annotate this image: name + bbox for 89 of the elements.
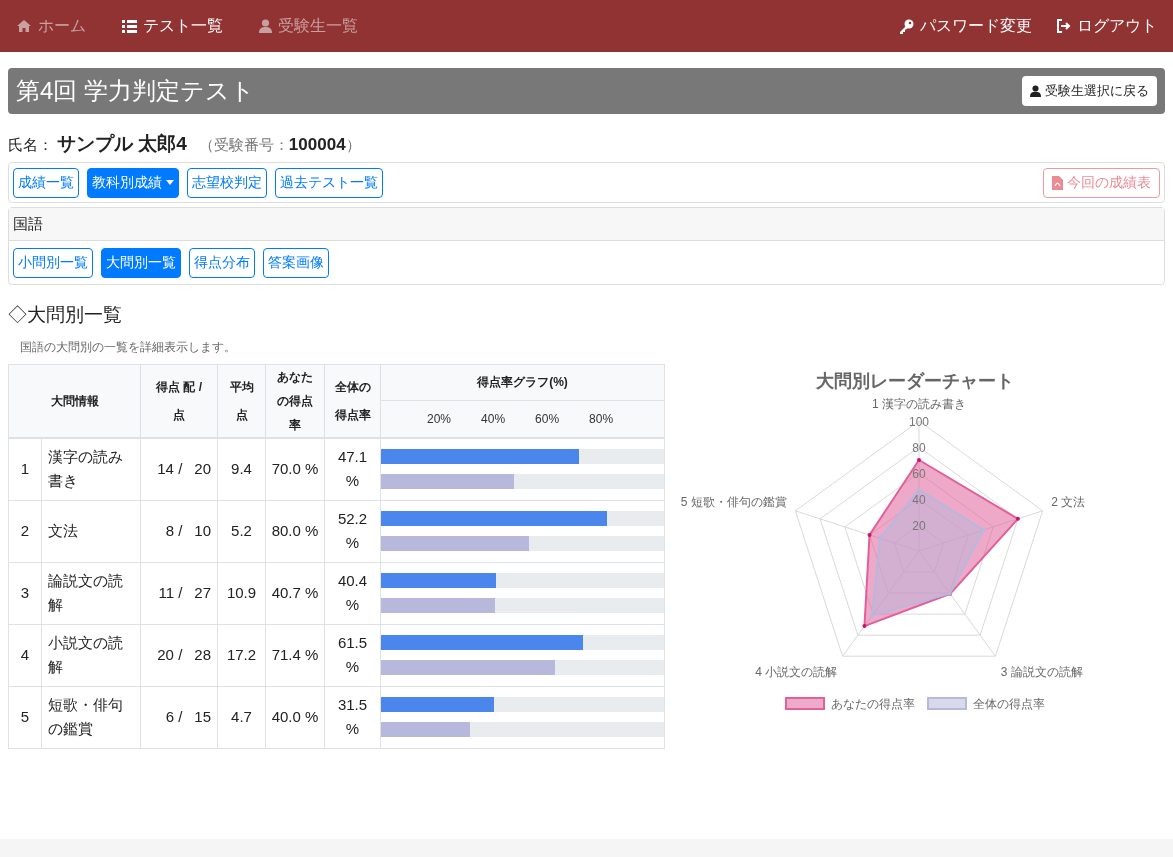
table-cell: 61.5 %	[324, 624, 381, 686]
section-heading: ◇大問別一覧	[8, 303, 123, 327]
subject-tab[interactable]: 大問別一覧	[101, 247, 181, 278]
nav-link[interactable]: ログアウト	[1056, 14, 1157, 38]
nav-link[interactable]: テスト一覧	[122, 14, 223, 38]
back-button[interactable]: 受験生選択に戻る	[1022, 76, 1157, 106]
table-cell: 47.1 %	[324, 438, 381, 500]
user-icon	[259, 19, 272, 33]
page-title: 第4回 学力判定テスト	[16, 76, 255, 106]
nav-button[interactable]: 教科別成績	[87, 167, 179, 198]
column-header: 平均点	[217, 364, 266, 438]
table-cell: 10.9	[217, 562, 266, 624]
axis-tick: 20%	[427, 410, 452, 428]
legend-label: あなたの得点率	[831, 695, 915, 713]
column-header: あなたの得点率	[265, 364, 325, 438]
table-cell: 2	[8, 500, 42, 562]
max-score-text: 20	[194, 459, 211, 479]
list-icon	[122, 19, 137, 33]
report-button[interactable]: 今回の成績表	[1043, 167, 1160, 198]
tick-label: 60	[912, 466, 926, 481]
column-header: 得点 配 / 点	[140, 364, 218, 438]
axis-label: 4 小説文の読解	[755, 664, 838, 679]
home-icon	[16, 19, 32, 33]
exam-number-label: （受験番号：	[198, 135, 289, 155]
table-cell: 9.4	[217, 438, 266, 500]
table-cell: 70.0 %	[265, 438, 325, 500]
table-cell: 1	[8, 438, 42, 500]
axis-tick: 40%	[481, 410, 506, 428]
exam-number-close: ）	[345, 135, 361, 155]
table-cell: 4	[8, 624, 42, 686]
exam-number: 100004	[288, 134, 346, 156]
table-cell: 5.2	[217, 500, 266, 562]
legend-label: 全体の得点率	[973, 695, 1045, 713]
student-name: サンプル 太郎4	[57, 132, 187, 156]
user-icon	[1030, 85, 1041, 97]
axis-tick: 60%	[535, 410, 560, 428]
name-label: 氏名：	[8, 135, 53, 155]
nav-button[interactable]: 成績一覧	[13, 167, 79, 198]
tick-label: 40	[912, 492, 926, 507]
table-cell: 5	[8, 686, 42, 748]
table-cell: 3	[8, 562, 42, 624]
max-score-text: 28	[194, 644, 211, 665]
axis-label: 2 文法	[1051, 494, 1086, 509]
nav-button[interactable]: 過去テスト一覧	[275, 167, 383, 198]
max-score-text: 10	[194, 520, 211, 541]
section-description: 国語の大問別の一覧を詳細表示します。	[20, 338, 237, 356]
subject-tab[interactable]: 小問別一覧	[13, 247, 93, 278]
table-cell: 40.4 %	[324, 562, 381, 624]
table-cell: 論説文の読解	[41, 562, 141, 624]
table-cell: 漢字の読み書き	[41, 438, 141, 500]
nav-button[interactable]: 志望校判定	[187, 167, 267, 198]
table-cell: 文法	[41, 500, 141, 562]
table-cell: 52.2 %	[324, 500, 381, 562]
table-cell: 71.4 %	[265, 624, 325, 686]
subject-tab[interactable]: 答案画像	[263, 247, 329, 278]
nav-link[interactable]: 受験生一覧	[259, 14, 358, 38]
table-cell: 40.7 %	[265, 562, 325, 624]
score-text: 6 /	[165, 706, 183, 727]
table-cell: 短歌・俳句の鑑賞	[41, 686, 141, 748]
subject-tab[interactable]: 得点分布	[189, 247, 255, 278]
table-cell: 40.0 %	[265, 686, 325, 748]
score-text: 20 /	[157, 644, 183, 665]
key-icon	[899, 18, 914, 34]
table-cell: 4.7	[217, 686, 266, 748]
tick-label: 80	[912, 440, 926, 455]
table-cell: 17.2	[217, 624, 266, 686]
axis-label: 1 漢字の読み書き	[872, 396, 966, 411]
table-cell: 80.0 %	[265, 500, 325, 562]
score-text: 11 /	[158, 582, 183, 603]
max-score-text: 27	[194, 582, 211, 603]
pdf-icon	[1052, 175, 1063, 190]
max-score-text: 15	[194, 706, 211, 727]
tick-label: 20	[912, 518, 926, 533]
axis-label: 5 短歌・俳句の鑑賞	[680, 494, 787, 509]
logout-icon	[1056, 19, 1071, 33]
column-header: 全体の得点率	[324, 364, 381, 438]
nav-link[interactable]: パスワード変更	[899, 14, 1032, 38]
score-text: 14 /	[157, 459, 183, 479]
column-header: 得点率グラフ(%)	[380, 364, 665, 400]
axis-label: 3 論説文の読解	[1000, 664, 1083, 679]
subject-header: 国語	[9, 208, 1164, 241]
table-cell: 小説文の読解	[41, 624, 141, 686]
chart-title: 大問別レーダーチャート	[816, 369, 1014, 393]
nav-link[interactable]: ホーム	[16, 14, 86, 38]
column-header: 大問情報	[8, 364, 141, 438]
tick-label: 100	[909, 414, 929, 429]
axis-tick: 80%	[589, 410, 614, 428]
score-text: 8 /	[165, 520, 183, 541]
table-cell: 31.5 %	[324, 686, 381, 748]
